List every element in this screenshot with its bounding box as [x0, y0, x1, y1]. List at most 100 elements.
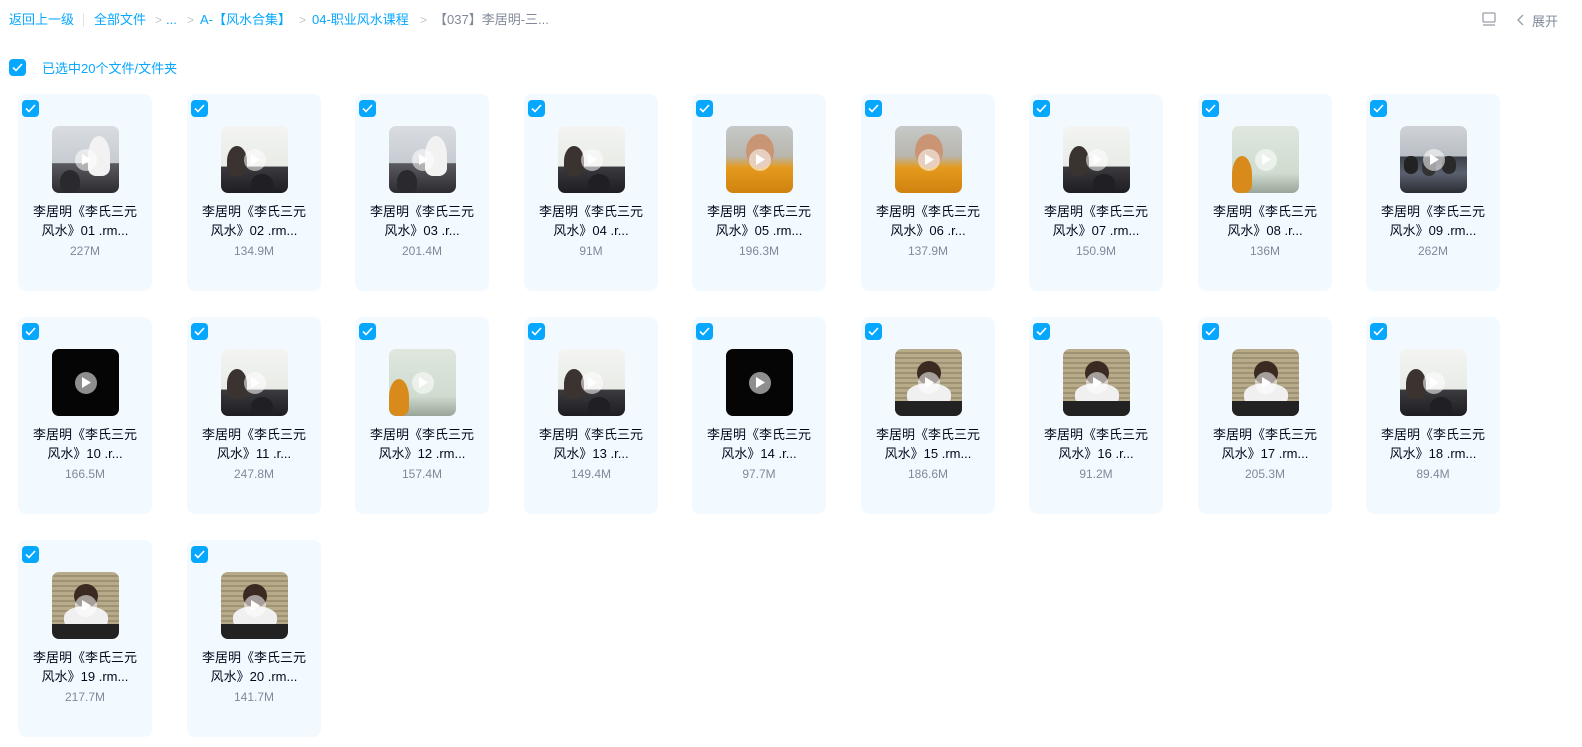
file-checkbox[interactable]: [865, 323, 882, 340]
breadcrumb-all-files[interactable]: 全部文件: [94, 12, 146, 28]
file-card[interactable]: 李居明《李氏三元 风水》10 .r... 166.5M: [18, 317, 152, 514]
file-name[interactable]: 李居明《李氏三元 风水》01 .rm...: [22, 202, 148, 240]
file-checkbox[interactable]: [1033, 100, 1050, 117]
file-name[interactable]: 李居明《李氏三元 风水》17 .rm...: [1202, 425, 1328, 463]
file-name[interactable]: 李居明《李氏三元 风水》07 .rm...: [1033, 202, 1159, 240]
file-card[interactable]: 李居明《李氏三元 风水》09 .rm... 262M: [1366, 94, 1500, 291]
file-name[interactable]: 李居明《李氏三元 风水》12 .rm...: [359, 425, 485, 463]
file-name[interactable]: 李居明《李氏三元 风水》02 .rm...: [191, 202, 317, 240]
file-checkbox[interactable]: [191, 546, 208, 563]
play-icon: [1422, 148, 1445, 171]
file-name[interactable]: 李居明《李氏三元 风水》06 .r...: [865, 202, 991, 240]
file-card[interactable]: 李居明《李氏三元 风水》14 .r... 97.7M: [692, 317, 826, 514]
expand-button[interactable]: 展开: [1516, 11, 1558, 29]
file-checkbox[interactable]: [528, 323, 545, 340]
video-thumbnail[interactable]: [389, 349, 456, 416]
check-icon: [868, 104, 879, 113]
video-thumbnail[interactable]: [726, 349, 793, 416]
back-link[interactable]: 返回上一级: [9, 12, 74, 28]
video-thumbnail[interactable]: [389, 126, 456, 193]
list-view-icon[interactable]: [1480, 11, 1498, 29]
file-checkbox[interactable]: [696, 323, 713, 340]
play-icon: [243, 148, 266, 171]
file-card[interactable]: 李居明《李氏三元 风水》02 .rm... 134.9M: [187, 94, 321, 291]
select-all-checkbox[interactable]: [9, 58, 26, 76]
video-thumbnail[interactable]: [221, 126, 288, 193]
file-name[interactable]: 李居明《李氏三元 风水》16 .r...: [1033, 425, 1159, 463]
file-checkbox[interactable]: [528, 100, 545, 117]
file-name-line1: 李居明《李氏三元: [706, 204, 811, 219]
video-thumbnail[interactable]: [895, 126, 962, 193]
video-thumbnail[interactable]: [1232, 349, 1299, 416]
file-name-line2: 风水》18 .rm...: [1389, 446, 1477, 461]
file-name[interactable]: 李居明《李氏三元 风水》20 .rm...: [191, 648, 317, 686]
file-checkbox[interactable]: [359, 100, 376, 117]
file-name[interactable]: 李居明《李氏三元 风水》05 .rm...: [696, 202, 822, 240]
file-card[interactable]: 李居明《李氏三元 风水》15 .rm... 186.6M: [861, 317, 995, 514]
file-card[interactable]: 李居明《李氏三元 风水》07 .rm... 150.9M: [1029, 94, 1163, 291]
file-checkbox[interactable]: [359, 323, 376, 340]
file-name[interactable]: 李居明《李氏三元 风水》13 .r...: [528, 425, 654, 463]
file-name-line1: 李居明《李氏三元: [1380, 204, 1485, 219]
file-card[interactable]: 李居明《李氏三元 风水》03 .r... 201.4M: [355, 94, 489, 291]
video-thumbnail[interactable]: [221, 572, 288, 639]
file-card[interactable]: 李居明《李氏三元 风水》04 .r... 91M: [524, 94, 658, 291]
video-thumbnail[interactable]: [726, 126, 793, 193]
file-card[interactable]: 李居明《李氏三元 风水》13 .r... 149.4M: [524, 317, 658, 514]
file-checkbox[interactable]: [696, 100, 713, 117]
file-name[interactable]: 李居明《李氏三元 风水》03 .r...: [359, 202, 485, 240]
video-thumbnail[interactable]: [1063, 349, 1130, 416]
file-card[interactable]: 李居明《李氏三元 风水》08 .r... 136M: [1198, 94, 1332, 291]
video-thumbnail[interactable]: [1063, 126, 1130, 193]
video-thumbnail[interactable]: [558, 126, 625, 193]
play-icon: [748, 371, 771, 394]
file-name[interactable]: 李居明《李氏三元 风水》19 .rm...: [22, 648, 148, 686]
video-thumbnail[interactable]: [558, 349, 625, 416]
file-size: 247.8M: [233, 467, 275, 481]
file-card[interactable]: 李居明《李氏三元 风水》05 .rm... 196.3M: [692, 94, 826, 291]
file-checkbox[interactable]: [1202, 100, 1219, 117]
file-name-line1: 李居明《李氏三元: [201, 650, 306, 665]
file-checkbox[interactable]: [191, 100, 208, 117]
video-thumbnail[interactable]: [52, 349, 119, 416]
video-thumbnail[interactable]: [895, 349, 962, 416]
selection-count: 已选中20个文件/文件夹: [42, 60, 178, 76]
file-checkbox[interactable]: [1202, 323, 1219, 340]
file-name[interactable]: 李居明《李氏三元 风水》18 .rm...: [1370, 425, 1496, 463]
file-card[interactable]: 李居明《李氏三元 风水》20 .rm... 141.7M: [187, 540, 321, 737]
file-card[interactable]: 李居明《李氏三元 风水》06 .r... 137.9M: [861, 94, 995, 291]
file-card[interactable]: 李居明《李氏三元 风水》19 .rm... 217.7M: [18, 540, 152, 737]
file-card[interactable]: 李居明《李氏三元 风水》18 .rm... 89.4M: [1366, 317, 1500, 514]
file-name[interactable]: 李居明《李氏三元 风水》08 .r...: [1202, 202, 1328, 240]
file-checkbox[interactable]: [22, 546, 39, 563]
file-checkbox[interactable]: [1370, 100, 1387, 117]
file-name-line1: 李居明《李氏三元: [201, 204, 306, 219]
file-name[interactable]: 李居明《李氏三元 风水》11 .r...: [191, 425, 317, 463]
video-thumbnail[interactable]: [52, 126, 119, 193]
video-thumbnail[interactable]: [221, 349, 288, 416]
file-name[interactable]: 李居明《李氏三元 风水》14 .r...: [696, 425, 822, 463]
file-card[interactable]: 李居明《李氏三元 风水》11 .r... 247.8M: [187, 317, 321, 514]
file-name[interactable]: 李居明《李氏三元 风水》10 .r...: [22, 425, 148, 463]
file-name[interactable]: 李居明《李氏三元 风水》15 .rm...: [865, 425, 991, 463]
video-thumbnail[interactable]: [1400, 126, 1467, 193]
file-card[interactable]: 李居明《李氏三元 风水》12 .rm... 157.4M: [355, 317, 489, 514]
file-checkbox[interactable]: [1370, 323, 1387, 340]
check-icon: [531, 104, 542, 113]
breadcrumb-level2[interactable]: 04-职业风水课程: [312, 12, 409, 28]
file-name[interactable]: 李居明《李氏三元 风水》04 .r...: [528, 202, 654, 240]
file-checkbox[interactable]: [1033, 323, 1050, 340]
file-card[interactable]: 李居明《李氏三元 风水》17 .rm... 205.3M: [1198, 317, 1332, 514]
breadcrumb-level1[interactable]: A-【风水合集】: [200, 12, 291, 28]
file-checkbox[interactable]: [22, 323, 39, 340]
file-name[interactable]: 李居明《李氏三元 风水》09 .rm...: [1370, 202, 1496, 240]
file-card[interactable]: 李居明《李氏三元 风水》16 .r... 91.2M: [1029, 317, 1163, 514]
video-thumbnail[interactable]: [52, 572, 119, 639]
file-checkbox[interactable]: [191, 323, 208, 340]
file-card[interactable]: 李居明《李氏三元 风水》01 .rm... 227M: [18, 94, 152, 291]
file-checkbox[interactable]: [22, 100, 39, 117]
breadcrumb-ellipsis[interactable]: ...: [166, 12, 177, 28]
file-checkbox[interactable]: [865, 100, 882, 117]
video-thumbnail[interactable]: [1232, 126, 1299, 193]
video-thumbnail[interactable]: [1400, 349, 1467, 416]
